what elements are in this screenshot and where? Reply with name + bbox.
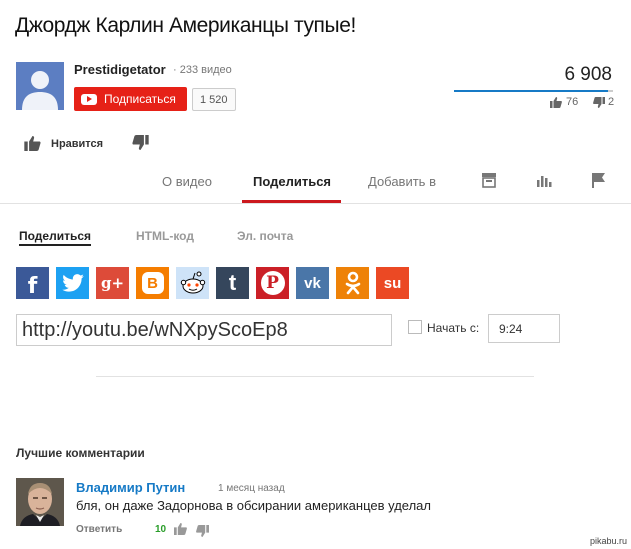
- channel-name[interactable]: Prestidigetator: [74, 62, 166, 77]
- comment-text: бля, он даже Задорнова в обсирании амери…: [76, 498, 431, 513]
- thumbs-down-icon: [196, 525, 209, 537]
- best-comments-heading: Лучшие комментарии: [16, 446, 145, 460]
- pinterest-share-button[interactable]: P: [256, 267, 289, 299]
- vk-icon: vk: [304, 274, 321, 292]
- share-buttons: f g+ B t P vk su: [16, 267, 409, 299]
- google-plus-icon: g+: [100, 274, 125, 292]
- like-button[interactable]: Нравится: [24, 136, 103, 151]
- comment-time[interactable]: 1 месяц назад: [218, 483, 285, 494]
- youtube-icon: [81, 93, 97, 105]
- dislike-button[interactable]: [132, 135, 149, 155]
- thumbs-up-icon: [24, 136, 41, 151]
- tab-report[interactable]: [591, 172, 607, 193]
- start-time-input[interactable]: [488, 314, 560, 343]
- thumbs-down-icon: [593, 96, 605, 108]
- twitter-icon: [61, 274, 84, 292]
- start-at-checkbox[interactable]: [408, 320, 422, 334]
- likes-stat: 76: [550, 96, 578, 108]
- stumbleupon-icon: su: [383, 274, 402, 292]
- video-count: · 233 видео: [173, 64, 232, 76]
- tab-statistics[interactable]: [536, 172, 552, 193]
- tab-about[interactable]: О видео: [162, 174, 212, 189]
- comment-like-button[interactable]: [174, 522, 187, 540]
- tumblr-icon: t: [228, 270, 237, 295]
- reddit-icon: [180, 271, 205, 294]
- facebook-icon: f: [27, 273, 38, 299]
- odnoklassniki-share-button[interactable]: [336, 267, 369, 299]
- thumbs-down-icon: [132, 135, 149, 150]
- like-label: Нравится: [51, 137, 104, 150]
- subscriber-count: 1 520: [192, 88, 236, 111]
- statistics-icon: [537, 176, 552, 187]
- tab-add-to[interactable]: Добавить в: [368, 174, 436, 189]
- comment-author[interactable]: Владимир Путин: [76, 480, 185, 495]
- subtab-email[interactable]: Эл. почта: [237, 229, 293, 243]
- subscribe-button[interactable]: Подписаться: [74, 87, 187, 111]
- reddit-share-button[interactable]: [176, 267, 209, 299]
- flag-icon: [592, 173, 605, 188]
- blogger-icon: B: [141, 272, 164, 294]
- share-url-input[interactable]: [16, 314, 392, 346]
- comment-dislike-button[interactable]: [196, 524, 209, 542]
- subtab-embed[interactable]: HTML-код: [136, 229, 194, 243]
- share-divider: [96, 376, 534, 377]
- start-at-label: Начать с:: [427, 321, 480, 335]
- odnoklassniki-icon: [345, 271, 360, 295]
- facebook-share-button[interactable]: f: [16, 267, 49, 299]
- stumbleupon-share-button[interactable]: su: [376, 267, 409, 299]
- comment-score: 10: [155, 524, 167, 535]
- user-photo-icon: [16, 478, 64, 526]
- dislikes-stat: 2: [593, 96, 614, 108]
- thumbs-up-icon: [550, 96, 562, 108]
- blogger-share-button[interactable]: B: [136, 267, 169, 299]
- tumblr-share-button[interactable]: t: [216, 267, 249, 299]
- subtab-share[interactable]: Поделиться: [19, 229, 92, 246]
- pinterest-icon: P: [260, 271, 285, 295]
- reply-button[interactable]: Ответить: [76, 524, 122, 535]
- default-avatar-icon: [22, 71, 58, 110]
- likes-count: 76: [566, 96, 579, 108]
- channel-avatar[interactable]: [16, 62, 64, 110]
- like-ratio-fill: [454, 90, 609, 92]
- tabs-divider: [0, 203, 631, 204]
- tab-transcript[interactable]: [481, 172, 497, 193]
- comment-avatar[interactable]: [16, 478, 64, 526]
- tab-share[interactable]: Поделиться: [253, 174, 331, 189]
- video-title: Джордж Карлин Американцы тупые!: [15, 14, 356, 37]
- like-ratio-bar: [454, 90, 613, 92]
- subscribe-label: Подписаться: [104, 92, 176, 106]
- thumbs-up-icon: [174, 523, 187, 535]
- view-count: 6 908: [564, 64, 612, 85]
- watermark: pikabu.ru: [589, 536, 627, 546]
- vk-share-button[interactable]: vk: [296, 267, 329, 299]
- google-plus-share-button[interactable]: g+: [96, 267, 129, 299]
- dislikes-count: 2: [608, 96, 615, 108]
- transcript-icon: [482, 173, 496, 188]
- twitter-share-button[interactable]: [56, 267, 89, 299]
